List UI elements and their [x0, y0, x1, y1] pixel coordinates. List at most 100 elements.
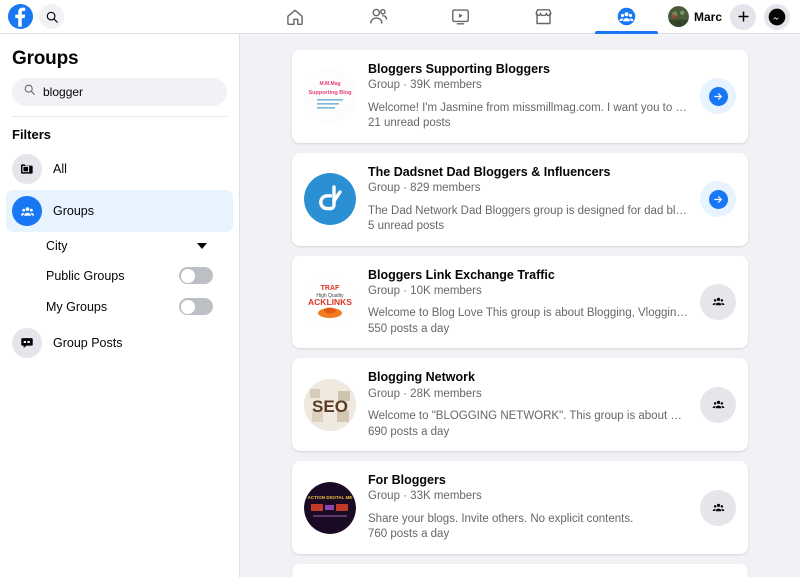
nav-tab-friends[interactable] — [337, 0, 420, 33]
facebook-logo-icon[interactable] — [8, 4, 33, 29]
page-body: Groups Filters All — [0, 34, 800, 577]
sidebar-item-all[interactable]: All — [6, 148, 233, 190]
svg-text:Supporting Blog: Supporting Blog — [308, 90, 351, 96]
group-result-card[interactable]: TRAF High Quality ACKLINKS Bloggers Link E… — [292, 255, 748, 349]
group-meta: Group · 28K members — [368, 387, 482, 400]
group-activity: 550 posts a day — [368, 322, 450, 335]
groups-icon — [712, 503, 724, 512]
nav-tab-watch[interactable] — [420, 0, 503, 33]
sidebar-subfilter-public-groups[interactable]: Public Groups — [6, 260, 233, 291]
all-results-icon — [12, 154, 42, 184]
nav-right-cluster: Marc — [667, 3, 800, 30]
group-description: Welcome! I'm Jasmine from missmillmag.co… — [368, 101, 688, 114]
sidebar-item-group-posts[interactable]: Group Posts — [6, 322, 233, 364]
group-meta: Group · 33K members — [368, 490, 482, 503]
group-activity: 690 posts a day — [368, 425, 450, 438]
group-meta: Group · 39K members — [368, 79, 482, 92]
group-description: Welcome to "BLOGGING NETWORK". This grou… — [368, 410, 688, 423]
svg-text:SEO: SEO — [312, 397, 348, 416]
group-activity: 760 posts a day — [368, 528, 450, 541]
search-icon — [23, 83, 36, 101]
arrow-right-icon — [708, 86, 728, 106]
group-description: Welcome to Blog Love This group is about… — [368, 307, 688, 320]
group-result-card[interactable]: M.M.Mag Supporting Blog Bloggers Supporti… — [292, 50, 748, 143]
nav-tabs — [254, 0, 668, 34]
group-info: Bloggers Supporting Bloggers Group · 39K… — [368, 61, 688, 132]
nav-left-cluster — [0, 4, 240, 29]
group-activity: 5 unread posts — [368, 220, 445, 233]
group-avatar: SEO — [304, 378, 356, 431]
nav-tab-home[interactable] — [254, 0, 337, 33]
group-result-card[interactable]: ACTION DIGITAL ME For Bloggers Group · 3… — [292, 461, 748, 554]
group-result-card[interactable]: SEO Blogging Network Group · 28K members… — [292, 358, 748, 452]
join-group-button[interactable] — [700, 386, 736, 423]
groups-icon — [712, 401, 724, 409]
nav-tab-marketplace[interactable] — [502, 0, 585, 33]
group-description: Share your blogs. Invite others. No expl… — [368, 512, 634, 525]
nav-tab-active-underline — [595, 31, 659, 34]
group-title: For Bloggers — [368, 473, 446, 488]
profile-name: Marc — [693, 9, 722, 24]
search-results-list[interactable]: M.M.Mag Supporting Blog Bloggers Supporti… — [240, 34, 800, 577]
group-title: Bloggers Link Exchange Traffic — [368, 267, 555, 282]
search-icon[interactable] — [39, 4, 64, 29]
sidebar-subfilter-city[interactable]: City — [6, 232, 233, 260]
groups-icon — [12, 196, 42, 226]
group-title: Bloggers Supporting Bloggers — [368, 62, 550, 76]
sidebar-item-label: All — [53, 162, 67, 176]
visit-group-button[interactable] — [700, 78, 736, 115]
join-group-button[interactable] — [700, 489, 736, 526]
my-groups-toggle[interactable] — [179, 298, 213, 315]
group-info: Bloggers Link Exchange Traffic Group · 1… — [368, 267, 688, 338]
group-title: The Dadsnet Dad Bloggers & Influencers — [368, 164, 611, 179]
page-title: Groups — [12, 48, 79, 69]
messenger-icon[interactable] — [764, 3, 790, 30]
profile-chip[interactable]: Marc — [667, 6, 722, 27]
group-avatar — [304, 173, 356, 226]
visit-group-button[interactable] — [700, 181, 736, 218]
filters-heading: Filters — [12, 127, 52, 142]
group-avatar: TRAF High Quality ACKLINKS — [304, 275, 356, 328]
toggle-knob — [180, 268, 195, 283]
group-posts-icon — [12, 328, 42, 358]
svg-text:ACKLINKS: ACKLINKS — [308, 297, 352, 307]
group-description: The Dad Network Dad Bloggers group is de… — [368, 204, 688, 217]
sidebar-search-wrap — [0, 78, 239, 116]
group-info: Blogging Network Group · 28K members Wel… — [368, 369, 688, 440]
group-avatar: ACTION DIGITAL ME — [304, 481, 356, 534]
group-meta: Group · 829 members — [368, 182, 481, 195]
public-groups-toggle[interactable] — [179, 267, 213, 284]
search-input-container[interactable] — [12, 78, 227, 106]
group-meta: Group · 10K members — [368, 284, 482, 297]
chevron-down-icon[interactable] — [197, 243, 207, 249]
sidebar-subfilter-label: City — [46, 239, 68, 253]
svg-text:ACTION DIGITAL ME: ACTION DIGITAL ME — [308, 495, 353, 500]
group-title: Blogging Network — [368, 370, 475, 385]
group-avatar: M.M.Mag Supporting Blog — [304, 70, 356, 123]
search-filters-sidebar: Groups Filters All — [0, 34, 240, 577]
sidebar-item-groups[interactable]: Groups — [6, 190, 233, 232]
sidebar-divider — [12, 116, 227, 117]
groups-icon — [712, 298, 724, 306]
avatar — [667, 6, 689, 27]
group-info: The Dadsnet Dad Bloggers & Influencers G… — [368, 164, 688, 235]
toggle-knob — [180, 299, 195, 314]
plus-icon[interactable] — [730, 3, 756, 30]
nav-tab-groups[interactable] — [585, 0, 668, 34]
sidebar-subfilter-label: My Groups — [46, 299, 108, 314]
group-info: For Bloggers Group · 33K members Share y… — [368, 472, 688, 543]
facebook-groups-search-page: Marc Groups Filters — [0, 0, 800, 577]
group-activity: 21 unread posts — [368, 117, 451, 130]
svg-text:M.M.Mag: M.M.Mag — [319, 81, 340, 87]
group-result-card[interactable]: The Dadsnet Dad Bloggers & Influencers G… — [292, 152, 748, 246]
svg-text:TRAF: TRAF — [321, 285, 340, 292]
sidebar-subfilter-label: Public Groups — [46, 268, 125, 283]
sidebar-item-label: Group Posts — [53, 336, 123, 350]
sidebar-item-label: Groups — [53, 204, 94, 218]
join-group-button[interactable] — [700, 283, 736, 320]
sidebar-subfilter-my-groups[interactable]: My Groups — [6, 291, 233, 322]
search-input[interactable] — [43, 85, 216, 99]
arrow-right-icon — [708, 189, 728, 209]
top-navigation-bar: Marc — [0, 0, 800, 34]
group-result-card[interactable]: LIGHCAMEACTI YouTubers, Vloggers, And Bl… — [292, 563, 748, 577]
